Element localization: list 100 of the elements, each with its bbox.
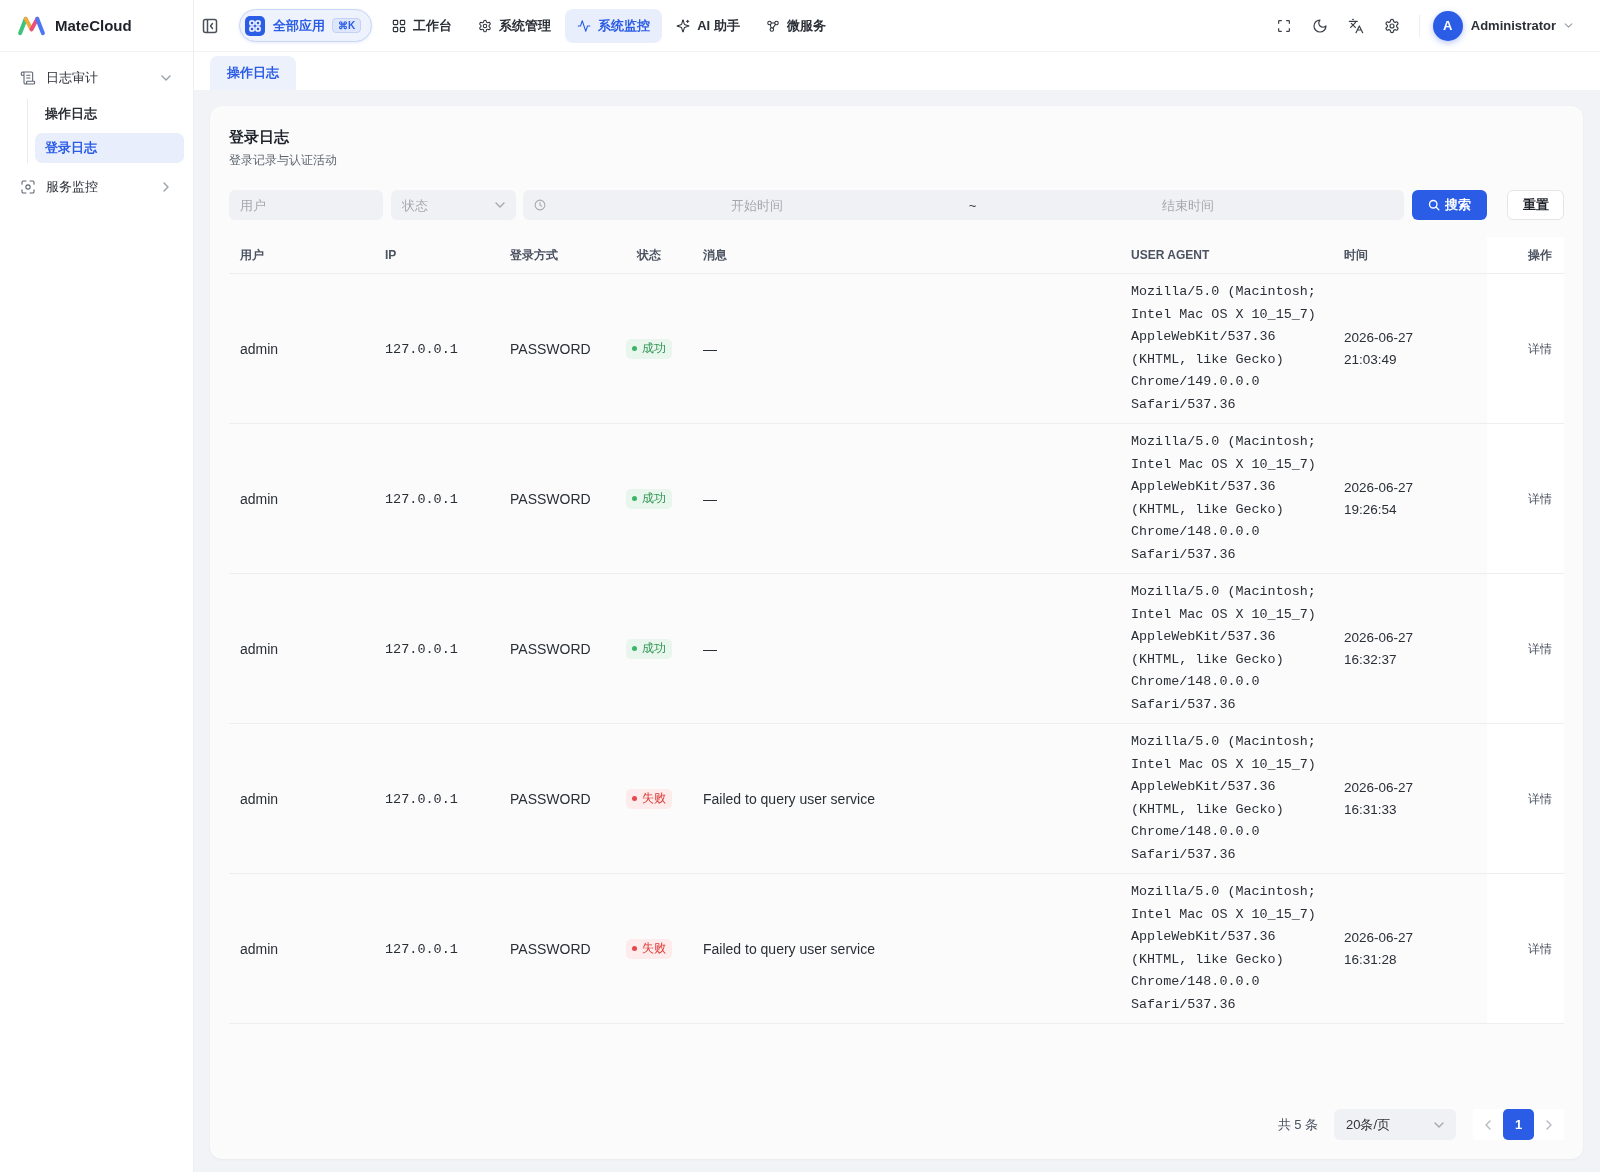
- status-dot-icon: [632, 346, 637, 352]
- login-time: 2026-06-27 16:31:28: [1344, 928, 1415, 969]
- details-link[interactable]: 详情: [1528, 791, 1552, 806]
- column-header: USER AGENT: [1131, 248, 1210, 262]
- sidebar-item[interactable]: 登录日志: [35, 133, 184, 163]
- message-text: Failed to query user service: [703, 940, 875, 957]
- focus-frame-icon: [20, 179, 36, 195]
- message-text: —: [703, 640, 717, 657]
- sidebar-group[interactable]: 服务监控: [0, 171, 193, 203]
- page-button[interactable]: 1: [1503, 1109, 1534, 1140]
- status-tag: 成功: [626, 338, 672, 359]
- login-method: PASSWORD: [510, 790, 591, 807]
- nav-tab[interactable]: 系统监控: [565, 8, 663, 43]
- user-agent-text: Mozilla/5.0 (Macintosh; Intel Mac OS X 10_15_7) AppleWebKit/537.36 (KHTML, like Gecko) Chrome/148.0.0.0 Safari/537.36: [1131, 733, 1317, 864]
- user-name: admin: [240, 490, 279, 507]
- user-name: admin: [240, 940, 279, 957]
- user-agent-text: Mozilla/5.0 (Macintosh; Intel Mac OS X 10_15_7) AppleWebKit/537.36 (KHTML, like Gecko) Chrome/148.0.0.0 Safari/537.36: [1131, 583, 1317, 714]
- chevron-down-icon: [161, 75, 171, 81]
- sparkle-icon: [676, 18, 691, 33]
- user-name: admin: [240, 790, 279, 807]
- ip-address: 127.0.0.1: [385, 492, 458, 507]
- user-agent-text: Mozilla/5.0 (Macintosh; Intel Mac OS X 10_15_7) AppleWebKit/537.36 (KHTML, like Gecko) Chrome/148.0.0.0 Safari/537.36: [1131, 433, 1317, 564]
- ip-address: 127.0.0.1: [385, 642, 458, 657]
- all-apps-label: 全部应用: [273, 16, 325, 35]
- status-dot-icon: [632, 646, 637, 652]
- login-method: PASSWORD: [510, 640, 591, 657]
- status-dot-icon: [632, 946, 637, 952]
- sidebar-item[interactable]: 操作日志: [35, 99, 184, 129]
- message-text: Failed to query user service: [703, 790, 875, 807]
- status-select[interactable]: 状态: [391, 190, 516, 220]
- grid-icon: [245, 15, 265, 36]
- total-count: 共 5 条: [1277, 1115, 1318, 1134]
- search-icon: [1428, 199, 1440, 211]
- page-size-select[interactable]: 20条/页: [1334, 1109, 1456, 1140]
- nav-tab[interactable]: 系统管理: [466, 8, 564, 43]
- chevron-left-icon: [1485, 1119, 1491, 1130]
- column-header: 状态: [637, 247, 661, 262]
- app-name: MateCloud: [55, 17, 132, 34]
- column-header: 操作: [1528, 247, 1552, 262]
- grid-icon: [392, 18, 407, 33]
- chevron-down-icon: [1434, 1121, 1444, 1128]
- search-button[interactable]: 搜索: [1412, 190, 1487, 220]
- status-dot-icon: [632, 796, 637, 802]
- nav-tab[interactable]: 微服务: [753, 8, 838, 43]
- column-header: IP: [385, 248, 397, 262]
- ip-address: 127.0.0.1: [385, 942, 458, 957]
- nav-tab[interactable]: 工作台: [380, 8, 465, 43]
- page-subtitle: 登录记录与认证活动: [229, 152, 338, 169]
- all-apps-button[interactable]: 全部应用 ⌘K: [239, 9, 373, 42]
- chevron-right-icon: [1546, 1119, 1552, 1130]
- sidebar-toggle-icon[interactable]: [202, 17, 218, 34]
- details-link[interactable]: 详情: [1528, 941, 1552, 956]
- user-agent-text: Mozilla/5.0 (Macintosh; Intel Mac OS X 10_15_7) AppleWebKit/537.36 (KHTML, like Gecko) Chrome/149.0.0.0 Safari/537.36: [1131, 283, 1317, 414]
- column-header: 登录方式: [510, 247, 558, 262]
- pulse-icon: [577, 18, 592, 33]
- status-tag: 成功: [626, 638, 672, 659]
- user-input[interactable]: 用户: [229, 190, 383, 220]
- clock-icon: [534, 199, 546, 211]
- column-header: 用户: [240, 247, 264, 262]
- login-method: PASSWORD: [510, 340, 591, 357]
- ip-address: 127.0.0.1: [385, 342, 458, 357]
- message-text: —: [703, 490, 717, 507]
- gear-icon: [478, 18, 493, 33]
- user-name: admin: [240, 340, 279, 357]
- login-time: 2026-06-27 19:26:54: [1344, 478, 1415, 519]
- login-time: 2026-06-27 16:32:37: [1344, 628, 1415, 669]
- ip-address: 127.0.0.1: [385, 792, 458, 807]
- details-link[interactable]: 详情: [1528, 341, 1552, 356]
- status-dot-icon: [632, 496, 637, 502]
- reset-button[interactable]: 重置: [1507, 190, 1564, 220]
- logo-icon: [17, 15, 46, 36]
- user-name: admin: [240, 640, 279, 657]
- login-method: PASSWORD: [510, 940, 591, 957]
- user-menu-button[interactable]: A Administrator: [1432, 10, 1573, 41]
- chevron-right-icon: [163, 182, 169, 192]
- date-range-field[interactable]: 开始时间 ~ 结束时间: [523, 190, 1404, 220]
- column-header: 时间: [1344, 247, 1368, 262]
- page-title: 登录日志: [229, 127, 290, 147]
- end-time-input[interactable]: 结束时间: [982, 195, 1393, 215]
- avatar: A: [1432, 10, 1463, 41]
- page-tab[interactable]: 操作日志: [210, 56, 296, 90]
- scroll-icon: [20, 70, 36, 86]
- status-tag: 成功: [626, 488, 672, 509]
- chevron-down-icon: [495, 202, 505, 208]
- login-time: 2026-06-27 16:31:33: [1344, 778, 1415, 819]
- login-time: 2026-06-27 21:03:49: [1344, 328, 1415, 369]
- shortcut-hint: ⌘K: [332, 18, 362, 33]
- user-agent-text: Mozilla/5.0 (Macintosh; Intel Mac OS X 10_15_7) AppleWebKit/537.36 (KHTML, like Gecko) Chrome/148.0.0.0 Safari/537.36: [1131, 883, 1317, 1014]
- nodes-icon: [765, 18, 780, 33]
- login-method: PASSWORD: [510, 490, 591, 507]
- nav-tab[interactable]: AI 助手: [664, 8, 752, 43]
- start-time-input[interactable]: 开始时间: [552, 195, 963, 215]
- details-link[interactable]: 详情: [1528, 641, 1552, 656]
- details-link[interactable]: 详情: [1528, 491, 1552, 506]
- message-text: —: [703, 340, 717, 357]
- column-header: 消息: [703, 247, 727, 262]
- status-tag: 失败: [626, 788, 672, 809]
- chevron-down-icon: [1564, 23, 1573, 28]
- status-tag: 失败: [626, 938, 672, 959]
- sidebar-group[interactable]: 日志审计: [0, 62, 193, 94]
